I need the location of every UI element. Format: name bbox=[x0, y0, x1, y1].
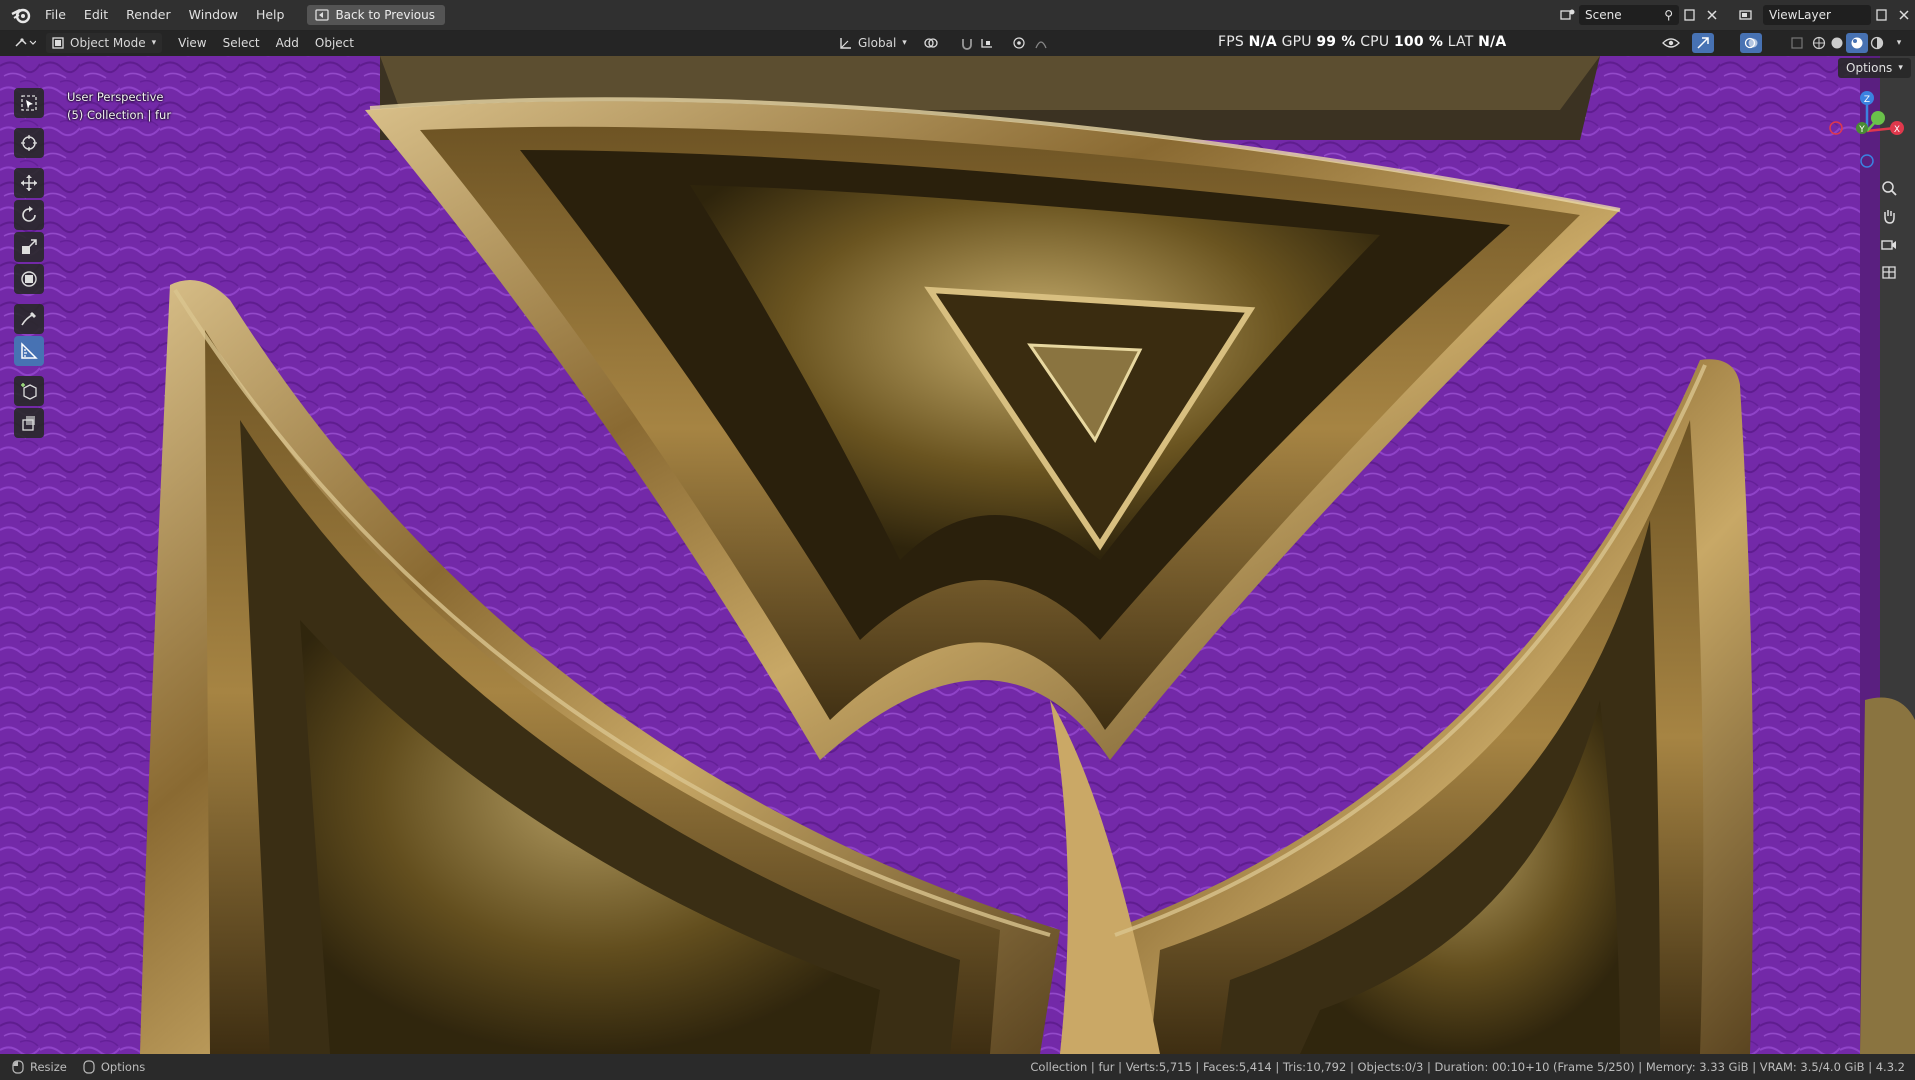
select-box-tool-icon[interactable] bbox=[14, 88, 44, 118]
snap-target-icon[interactable] bbox=[978, 33, 1000, 53]
object-mode-label: Object Mode bbox=[70, 36, 146, 50]
viewport-options-label: Options bbox=[1846, 61, 1893, 75]
transform-tool-icon[interactable] bbox=[14, 264, 44, 294]
rotate-tool-icon[interactable] bbox=[14, 200, 44, 230]
menu-help[interactable]: Help bbox=[247, 4, 294, 26]
view-layer-field[interactable]: ViewLayer bbox=[1763, 5, 1871, 25]
cpu-label: CPU bbox=[1360, 34, 1390, 50]
svg-text:X: X bbox=[1894, 125, 1900, 135]
navigation-gizmo[interactable]: Z X Y bbox=[1822, 86, 1912, 176]
overlays-toggle-icon[interactable] bbox=[1740, 33, 1762, 53]
menu-file[interactable]: File bbox=[36, 4, 75, 26]
view-layer-name: ViewLayer bbox=[1769, 8, 1831, 22]
xray-toggle-icon[interactable] bbox=[1786, 33, 1808, 53]
orientation-label: Global bbox=[858, 36, 897, 50]
status-hints: Resize Options bbox=[12, 1060, 145, 1074]
blender-logo-icon[interactable] bbox=[6, 0, 36, 30]
cpu-value: 100 % bbox=[1393, 34, 1444, 50]
fps-value: N/A bbox=[1248, 34, 1277, 50]
remove-scene-icon[interactable] bbox=[1701, 5, 1723, 25]
menu-edit[interactable]: Edit bbox=[75, 4, 117, 26]
viewport-header: Object Mode ▾ View Select Add Object Glo… bbox=[0, 30, 1915, 56]
pin-icon[interactable]: ⚲ bbox=[1664, 8, 1673, 22]
pan-hand-icon[interactable] bbox=[1876, 203, 1902, 229]
add-cube-tool-icon[interactable] bbox=[14, 376, 44, 406]
scene-name: Scene bbox=[1585, 8, 1622, 22]
gpu-value: 99 % bbox=[1316, 34, 1356, 50]
extra-tool-icon[interactable] bbox=[14, 408, 44, 438]
view-layer-type-icon[interactable] bbox=[1735, 5, 1757, 25]
gpu-label: GPU bbox=[1281, 34, 1312, 50]
performance-stats: FPS N/A GPU 99 % CPU 100 % LAT N/A bbox=[1218, 34, 1506, 50]
lat-label: LAT bbox=[1447, 34, 1474, 50]
resize-hint: Resize bbox=[30, 1060, 67, 1074]
render-scene bbox=[0, 56, 1915, 1054]
menu-select[interactable]: Select bbox=[215, 36, 268, 50]
scale-tool-icon[interactable] bbox=[14, 232, 44, 262]
new-scene-icon[interactable] bbox=[1679, 5, 1701, 25]
tool-shelf bbox=[10, 86, 48, 440]
new-view-layer-icon[interactable] bbox=[1871, 5, 1893, 25]
back-to-previous-label: Back to Previous bbox=[335, 8, 435, 22]
move-tool-icon[interactable] bbox=[14, 168, 44, 198]
transform-orientation-dropdown[interactable]: Global ▾ bbox=[838, 36, 907, 50]
fps-label: FPS bbox=[1218, 34, 1244, 50]
collection-info-label: (5) Collection | fur bbox=[67, 108, 172, 122]
chevron-down-icon: ▾ bbox=[151, 38, 157, 48]
solid-shading-icon[interactable] bbox=[1826, 33, 1848, 53]
rendered-shading-icon[interactable] bbox=[1866, 33, 1888, 53]
proportional-editing-icon[interactable] bbox=[1008, 33, 1030, 53]
remove-view-layer-icon[interactable] bbox=[1893, 5, 1915, 25]
editor-type-icon[interactable] bbox=[10, 33, 40, 53]
menu-object[interactable]: Object bbox=[307, 36, 362, 50]
shading-options-chevron-icon[interactable]: ▾ bbox=[1888, 33, 1910, 53]
chevron-down-icon: ▾ bbox=[1898, 63, 1903, 73]
material-preview-shading-icon[interactable] bbox=[1846, 33, 1868, 53]
grid-perspective-icon[interactable] bbox=[1876, 259, 1902, 285]
annotate-tool-icon[interactable] bbox=[14, 304, 44, 334]
svg-text:Z: Z bbox=[1864, 95, 1870, 105]
perspective-label: User Perspective bbox=[67, 90, 164, 104]
options-hint: Options bbox=[100, 1060, 146, 1074]
orientation-icon bbox=[840, 38, 851, 49]
status-bar: Resize Options Collection | fur | Verts:… bbox=[0, 1054, 1915, 1080]
menu-window[interactable]: Window bbox=[180, 4, 247, 26]
chevron-down-icon: ▾ bbox=[902, 38, 907, 48]
pivot-point-icon[interactable] bbox=[920, 33, 942, 53]
top-menu-bar: File Edit Render Window Help Back to Pre… bbox=[0, 0, 1915, 31]
lat-value: N/A bbox=[1478, 34, 1507, 50]
cursor-tool-icon[interactable] bbox=[14, 128, 44, 158]
viewport-options-button[interactable]: Options ▾ bbox=[1838, 58, 1911, 78]
svg-text:Y: Y bbox=[1858, 125, 1865, 135]
gizmo-toggle-icon[interactable] bbox=[1692, 33, 1714, 53]
measure-tool-icon[interactable] bbox=[14, 336, 44, 366]
object-mode-dropdown[interactable]: Object Mode ▾ bbox=[46, 33, 163, 53]
topbar-right: Scene ⚲ ViewLayer bbox=[1557, 0, 1915, 30]
menu-render[interactable]: Render bbox=[117, 4, 180, 26]
scene-statistics: Collection | fur | Verts:5,715 | Faces:5… bbox=[1030, 1060, 1905, 1074]
mouse-right-icon bbox=[83, 1060, 95, 1074]
object-mode-icon bbox=[52, 37, 64, 49]
menu-add[interactable]: Add bbox=[268, 36, 307, 50]
camera-view-icon[interactable] bbox=[1876, 231, 1902, 257]
falloff-icon[interactable] bbox=[1030, 33, 1052, 53]
screen-icon bbox=[315, 9, 330, 21]
viewport-info-overlay: User Perspective (5) Collection | fur bbox=[67, 88, 171, 124]
menu-view[interactable]: View bbox=[170, 36, 214, 50]
mouse-left-icon bbox=[12, 1060, 24, 1074]
zoom-icon[interactable] bbox=[1876, 175, 1902, 201]
back-to-previous-button[interactable]: Back to Previous bbox=[307, 5, 445, 25]
3d-viewport[interactable]: Options ▾ bbox=[0, 56, 1915, 1054]
visibility-eye-icon[interactable] bbox=[1660, 33, 1682, 53]
scene-field[interactable]: Scene ⚲ bbox=[1579, 5, 1679, 25]
scene-type-icon[interactable] bbox=[1557, 5, 1579, 25]
snap-icon[interactable] bbox=[956, 33, 978, 53]
